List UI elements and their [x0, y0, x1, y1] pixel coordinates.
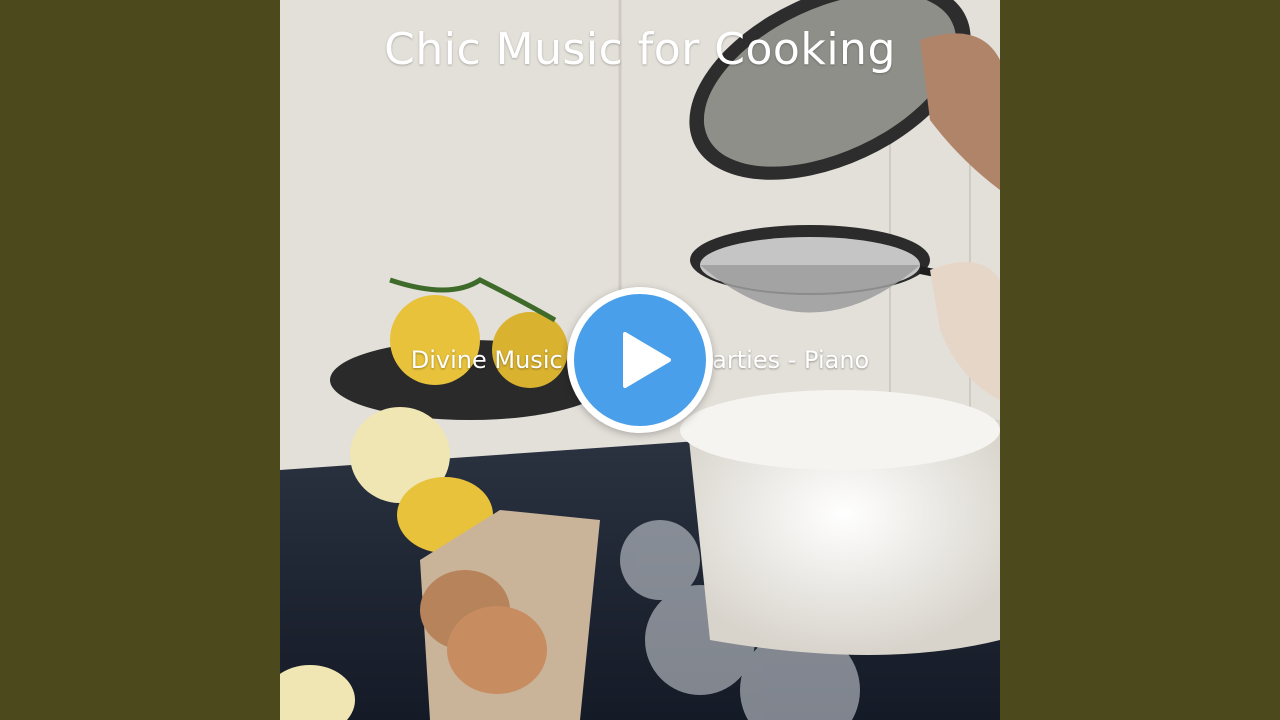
play-icon — [623, 332, 671, 388]
play-button-fill — [574, 294, 706, 426]
video-title: Chic Music for Cooking — [384, 24, 896, 75]
video-player[interactable]: Chic Music for Cooking Divine Music for … — [0, 0, 1280, 720]
play-button[interactable] — [567, 287, 713, 433]
